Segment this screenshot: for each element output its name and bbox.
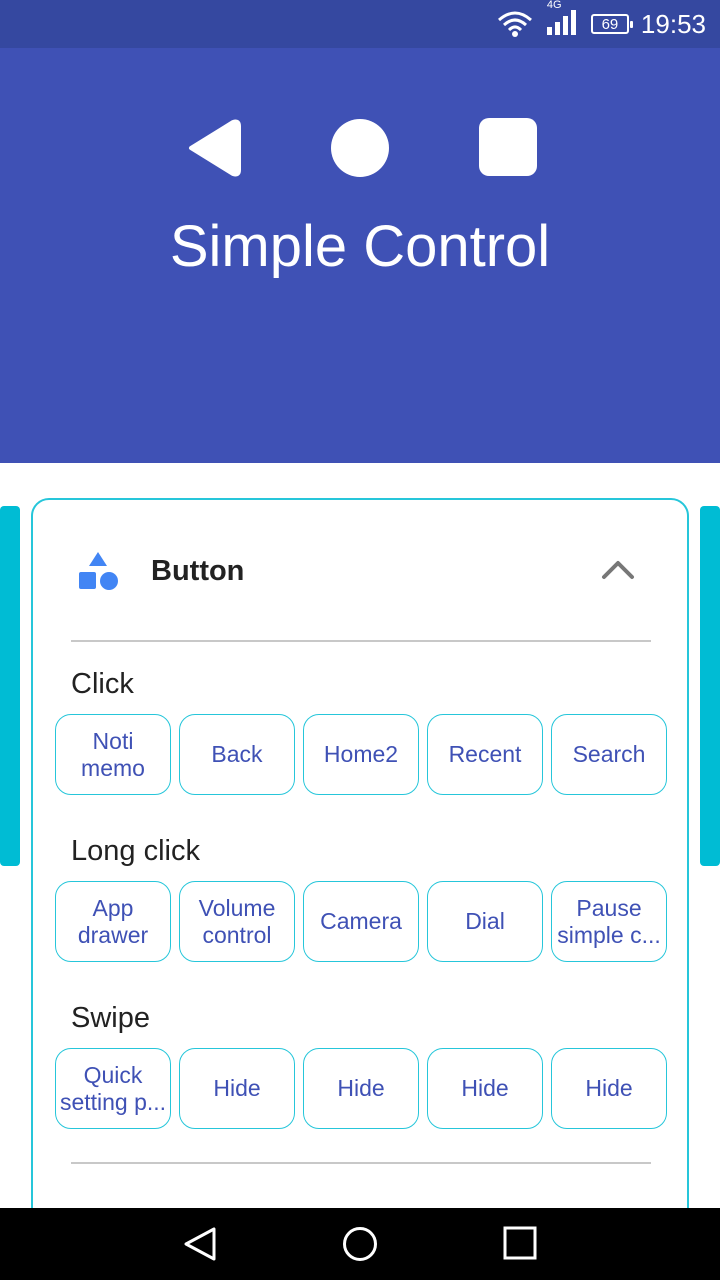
header-icons [0,118,720,178]
battery-icon: 69 [590,14,633,34]
left-accent-bar [0,506,20,866]
click-button-search[interactable]: Search [551,714,667,795]
swipe-button-hide-3[interactable]: Hide [427,1048,543,1129]
long-click-button-dial[interactable]: Dial [427,881,543,962]
swipe-buttons-row: Quick setting p... Hide Hide Hide Hide [55,1048,667,1129]
section-label-swipe: Swipe [71,1002,150,1034]
nav-back-icon[interactable] [182,1226,218,1262]
recent-square-icon [479,118,537,176]
home-circle-icon [331,119,389,177]
click-button-noti-memo[interactable]: Noti memo [55,714,171,795]
swipe-button-hide-4[interactable]: Hide [551,1048,667,1129]
section-label-long-click: Long click [71,835,200,867]
shapes-icon [79,552,118,590]
divider [71,640,651,642]
swipe-button-quick-setting[interactable]: Quick setting p... [55,1048,171,1129]
long-click-button-pause[interactable]: Pause simple c... [551,881,667,962]
section-label-click: Click [71,668,134,700]
network-type: 4G [546,0,562,11]
card-header[interactable]: Button [33,500,687,640]
app-header: Simple Control [0,48,720,463]
right-accent-bar [700,506,720,866]
click-button-back[interactable]: Back [179,714,295,795]
signal-indicator: 4G [545,0,579,40]
divider [71,1162,651,1164]
status-bar: 4G 69 19:53 [0,0,720,48]
swipe-button-hide-2[interactable]: Hide [303,1048,419,1129]
battery-level: 69 [601,15,619,33]
long-click-buttons-row: App drawer Volume control Camera Dial Pa… [55,881,667,962]
signal-icon [546,9,576,35]
wifi-icon [497,11,532,37]
long-click-button-volume-control[interactable]: Volume control [179,881,295,962]
click-button-recent[interactable]: Recent [427,714,543,795]
nav-recent-icon[interactable] [503,1226,537,1260]
app-title: Simple Control [169,214,551,279]
long-click-button-app-drawer[interactable]: App drawer [55,881,171,962]
system-nav-bar [0,1208,720,1280]
back-triangle-icon [189,119,241,177]
long-click-button-camera[interactable]: Camera [303,881,419,962]
clock: 19:53 [640,8,706,39]
card-title: Button [151,555,245,587]
button-settings-card: Button Click Noti memo Back Home2 Recent… [31,498,689,1258]
swipe-button-hide-1[interactable]: Hide [179,1048,295,1129]
status-icons: 4G 69 19:53 [497,0,706,48]
click-buttons-row: Noti memo Back Home2 Recent Search [55,714,667,795]
click-button-home2[interactable]: Home2 [303,714,419,795]
chevron-up-icon[interactable] [601,558,635,580]
nav-home-icon[interactable] [342,1226,378,1262]
